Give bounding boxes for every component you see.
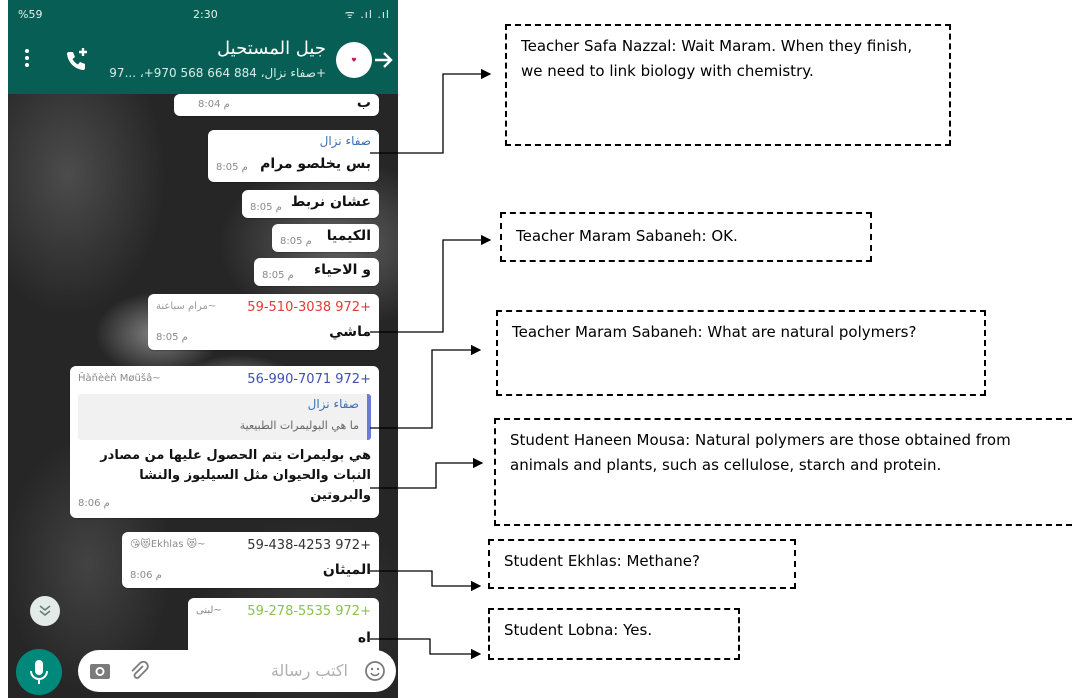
message-bubble[interactable]: +972 56-990-7071 ~Ĥàňèèň Møũšâ صفاء نزال… [70,366,379,518]
chat-header: جيل المستحيل صفاء نزال، 884 664 568 970+… [8,28,398,94]
scroll-down-button[interactable] [30,596,60,626]
sender-name: ~😻 Ekhlas😻😘 [130,539,206,550]
sender-phone[interactable]: +972 59-510-3038 [247,300,371,315]
annotation-maram-ok: Teacher Maram Sabaneh: OK. [500,212,872,262]
message-bubble[interactable]: عشان نربط 8:05 م [242,190,379,218]
status-bar: %59 2:30 ᯤ .ıl .ıl [8,0,398,28]
add-call-icon[interactable] [60,44,92,76]
message-bubble[interactable]: الكيميا 8:05 م [272,224,379,252]
sender-name: ~Ĥàňèèň Møũšâ [78,373,161,384]
emoji-icon[interactable] [364,660,386,682]
group-participants[interactable]: صفاء نزال، 884 664 568 970+، ...97+ [109,66,326,80]
group-avatar[interactable]: ♥ [336,42,372,78]
attachment-icon[interactable] [128,660,150,682]
annotation-lobna-yes: Student Lobna: Yes. [488,608,740,660]
quote-text: ما هي البوليمرات الطبيعية [239,419,359,432]
group-title[interactable]: جيل المستحيل [217,38,326,59]
sender-name: ~لبنى [196,605,222,616]
sender-phone[interactable]: +972 59-438-4253 [247,538,371,553]
voice-record-button[interactable] [16,649,62,695]
quoted-message[interactable]: صفاء نزال ما هي البوليمرات الطبيعية [78,394,371,440]
microphone-icon [30,660,48,684]
message-bubble[interactable]: ب 8:04 م [174,94,379,116]
sender-name: صفاء نزال [319,134,371,148]
sender-phone[interactable]: +972 59-278-5535 [247,604,371,619]
message-bubble[interactable]: +972 59-278-5535 ~لبنى اه [188,598,379,658]
annotation-safa-link-subjects: Teacher Safa Nazzal: Wait Maram. When th… [505,24,951,146]
back-arrow-icon[interactable] [372,48,394,72]
annotation-ekhlas-methane: Student Ekhlas: Methane? [488,539,796,589]
annotation-maram-question: Teacher Maram Sabaneh: What are natural … [496,310,986,396]
message-bubble[interactable]: صفاء نزال بس يخلصو مرام 8:05 م [208,130,379,182]
double-chevron-down-icon [39,605,51,617]
message-bubble[interactable]: و الاحياء 8:05 م [254,258,379,286]
camera-icon[interactable] [88,660,112,682]
message-placeholder: اكتب رسالة [270,661,348,680]
battery-level: %59 [18,7,43,21]
message-bubble[interactable]: +972 59-438-4253 ~😻 Ekhlas😻😘 الميثان 8:0… [122,532,379,588]
chat-wallpaper: ب 8:04 م صفاء نزال بس يخلصو مرام 8:05 م … [8,94,398,698]
clock: 2:30 [193,7,218,21]
quote-author: صفاء نزال [307,397,359,411]
chat-screenshot: %59 2:30 ᯤ .ıl .ıl جيل المستحيل صفاء نزا… [8,0,398,698]
sender-name: ~مرام سباعنة [156,301,217,312]
message-bubble[interactable]: +972 59-510-3038 ~مرام سباعنة ماشي 8:05 … [148,294,379,350]
sender-phone[interactable]: +972 56-990-7071 [247,372,371,387]
message-input[interactable]: اكتب رسالة [78,650,396,692]
annotation-haneen-answer: Student Haneen Mousa: Natural polymers a… [494,418,1072,526]
more-options-icon[interactable] [22,46,32,74]
signal-icon: ᯤ .ıl .ıl [344,7,390,21]
